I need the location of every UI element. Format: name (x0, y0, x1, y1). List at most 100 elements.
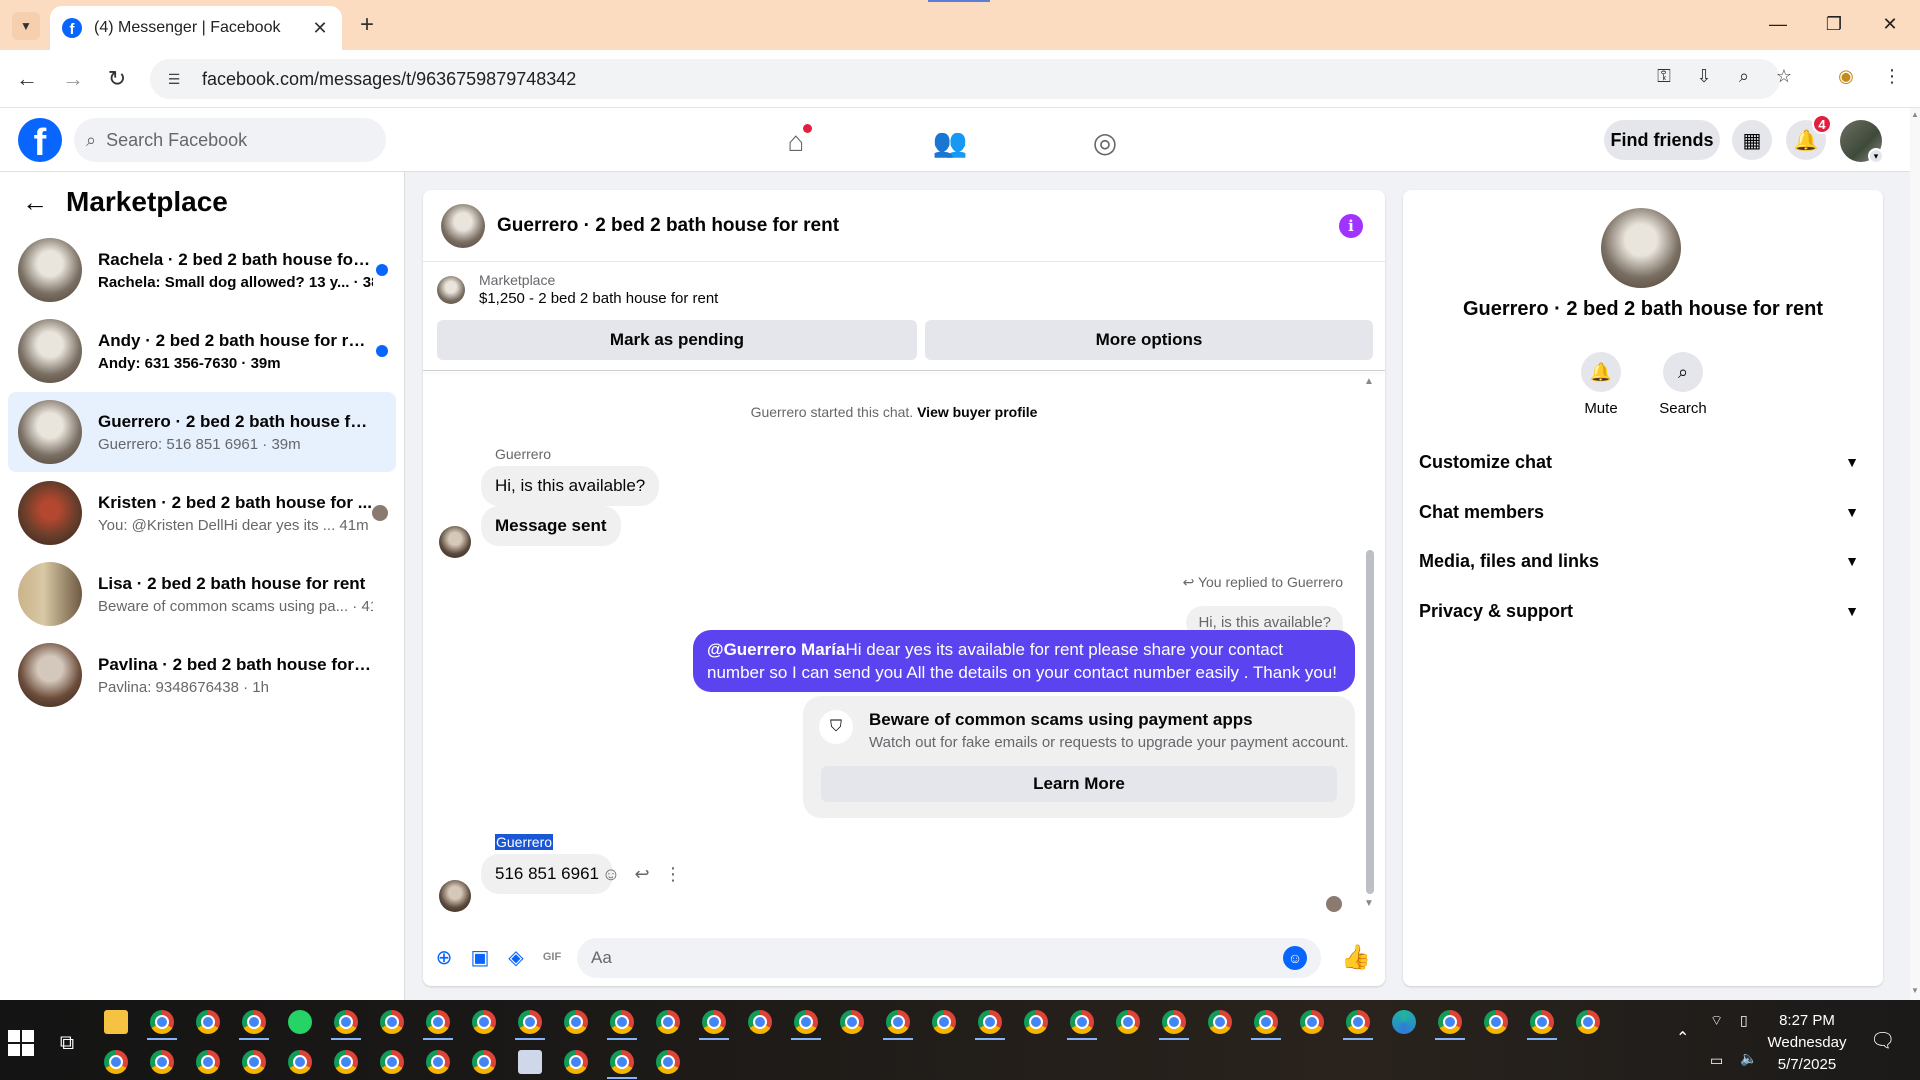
site-info-icon[interactable]: ☰ (164, 69, 184, 89)
close-window-button[interactable]: ✕ (1870, 8, 1910, 40)
chrome-icon[interactable] (564, 1050, 588, 1074)
file-explorer-icon[interactable] (104, 1010, 128, 1034)
profile-icon[interactable]: ◉ (1832, 62, 1860, 90)
facebook-logo[interactable]: f (18, 118, 62, 162)
device-icon[interactable]: ▯ (1740, 1012, 1748, 1029)
browser-tab-messenger[interactable]: f (4) Messenger | Facebook ✕ (50, 6, 342, 50)
more-options-button[interactable]: More options (925, 320, 1373, 360)
mark-as-pending-button[interactable]: Mark as pending (437, 320, 917, 360)
chrome-icon[interactable] (242, 1050, 266, 1074)
chrome-icon[interactable] (380, 1050, 404, 1074)
privacy-support-row[interactable]: Privacy & support ▼ (1419, 591, 1871, 631)
chat-item-kristen[interactable]: Kristen · 2 bed 2 bath house for ... You… (8, 473, 396, 553)
chrome-icon[interactable] (518, 1010, 542, 1034)
friends-icon[interactable]: 👥 (932, 124, 968, 160)
reply-icon[interactable]: ↩ (630, 862, 654, 886)
messages-scrollbar-thumb[interactable] (1366, 550, 1374, 894)
scroll-down-arrow-icon[interactable]: ▼ (1910, 986, 1920, 998)
chat-members-row[interactable]: Chat members ▼ (1419, 492, 1871, 532)
system-clock[interactable]: 8:27 PM Wednesday 5/7/2025 (1752, 1010, 1862, 1076)
thumbs-up-icon[interactable]: 👍 (1341, 944, 1371, 971)
url-text[interactable]: facebook.com/messages/t/9636759879748342 (202, 69, 576, 90)
listing-summary[interactable]: Marketplace $1,250 - 2 bed 2 bath house … (437, 272, 718, 307)
sticker-icon[interactable]: ◈ (503, 944, 529, 970)
sender-avatar[interactable] (439, 880, 471, 912)
listing-avatar-large[interactable] (1601, 208, 1681, 288)
incoming-message[interactable]: Hi, is this available? (481, 466, 660, 506)
chrome-icon[interactable] (1300, 1010, 1324, 1034)
restore-window-button[interactable]: ❐ (1814, 8, 1854, 40)
chat-item-guerrero[interactable]: Guerrero · 2 bed 2 bath house for ... Gu… (8, 392, 396, 472)
browser-menu-icon[interactable]: ⋮ (1878, 62, 1906, 90)
messages-scroll-up-icon[interactable]: ▲ (1364, 376, 1374, 387)
chrome-icon[interactable] (242, 1010, 266, 1034)
install-app-icon[interactable]: ⇩ (1690, 62, 1718, 90)
chrome-icon[interactable] (104, 1050, 128, 1074)
chrome-icon[interactable] (978, 1010, 1002, 1034)
back-arrow-icon[interactable]: ← (12, 64, 42, 94)
battery-icon[interactable]: ▭ (1710, 1052, 1723, 1069)
chrome-icon[interactable] (794, 1010, 818, 1034)
chrome-icon[interactable] (932, 1010, 956, 1034)
tab-search-dropdown-icon[interactable]: ▼ (12, 12, 40, 40)
chrome-icon[interactable] (1116, 1010, 1140, 1034)
chrome-icon[interactable] (656, 1050, 680, 1074)
chrome-icon[interactable] (702, 1010, 726, 1034)
tab-close-icon[interactable]: ✕ (310, 18, 330, 39)
chrome-icon[interactable] (426, 1050, 450, 1074)
chrome-icon[interactable] (1162, 1010, 1186, 1034)
home-icon[interactable]: ⌂ (778, 124, 814, 160)
gif-icon[interactable]: GIF (539, 944, 565, 970)
chrome-icon[interactable] (380, 1010, 404, 1034)
scroll-up-arrow-icon[interactable]: ▲ (1910, 110, 1920, 122)
menu-grid-icon[interactable]: ▦ (1732, 120, 1772, 160)
chrome-icon[interactable] (748, 1010, 772, 1034)
address-bar[interactable]: ☰ facebook.com/messages/t/96367598797483… (150, 59, 1780, 99)
notifications-bell-icon[interactable]: 🔔 4 (1786, 114, 1832, 160)
chrome-icon[interactable] (1024, 1010, 1048, 1034)
plus-circle-icon[interactable]: ⊕ (431, 944, 457, 970)
conversation-avatar[interactable] (441, 203, 485, 248)
outgoing-message[interactable]: @Guerrero MaríaHi dear yes its available… (693, 630, 1355, 692)
photo-icon[interactable]: ▣ (467, 944, 493, 970)
conversation-title[interactable]: Guerrero · 2 bed 2 bath house for rent (497, 215, 839, 237)
chat-item-rachela[interactable]: Rachela · 2 bed 2 bath house for ... Rac… (8, 230, 396, 310)
media-files-links-row[interactable]: Media, files and links ▼ (1419, 541, 1871, 581)
password-key-icon[interactable]: ⚿ (1650, 62, 1678, 90)
chrome-icon[interactable] (1254, 1010, 1278, 1034)
incoming-message[interactable]: Message sent (481, 506, 621, 546)
info-icon[interactable]: i (1339, 214, 1363, 238)
react-emoji-icon[interactable]: ☺ (599, 862, 623, 886)
chrome-icon[interactable] (1346, 1010, 1370, 1034)
chrome-icon[interactable] (564, 1010, 588, 1034)
chrome-icon[interactable] (334, 1010, 358, 1034)
sender-avatar[interactable] (439, 526, 471, 558)
chrome-icon[interactable] (196, 1050, 220, 1074)
learn-more-button[interactable]: Learn More (821, 766, 1337, 802)
task-view-icon[interactable]: ⧉ (54, 1030, 80, 1056)
network-icon[interactable]: ⌔ (1710, 1012, 1723, 1030)
edge-icon[interactable] (1392, 1010, 1416, 1034)
chat-item-lisa[interactable]: Lisa · 2 bed 2 bath house for rent Bewar… (8, 554, 396, 634)
app-icon[interactable] (518, 1050, 542, 1074)
chrome-icon[interactable] (334, 1050, 358, 1074)
chrome-icon[interactable] (610, 1050, 634, 1074)
whatsapp-icon[interactable] (288, 1010, 312, 1034)
forward-arrow-icon[interactable]: → (58, 64, 88, 94)
minimize-window-button[interactable]: — (1758, 8, 1798, 40)
search-conversation-button[interactable]: ⌕ Search (1643, 352, 1723, 417)
chrome-icon[interactable] (1438, 1010, 1462, 1034)
chrome-icon[interactable] (610, 1010, 634, 1034)
chrome-icon[interactable] (472, 1050, 496, 1074)
windows-start-icon[interactable] (8, 1030, 34, 1056)
view-buyer-profile-link[interactable]: View buyer profile (917, 404, 1037, 420)
facebook-search-input[interactable]: ⌕ Search Facebook (74, 118, 386, 162)
notification-center-icon[interactable]: 🗨 (1870, 1028, 1895, 1053)
chrome-icon[interactable] (1530, 1010, 1554, 1034)
chat-item-andy[interactable]: Andy · 2 bed 2 bath house for rent Andy:… (8, 311, 396, 391)
bookmark-star-icon[interactable]: ☆ (1770, 62, 1798, 90)
find-friends-button[interactable]: Find friends (1604, 120, 1720, 160)
messages-scroll-down-icon[interactable]: ▼ (1364, 898, 1374, 909)
chat-item-pavlina[interactable]: Pavlina · 2 bed 2 bath house for rent Pa… (8, 635, 396, 715)
more-actions-icon[interactable]: ⋮ (661, 862, 685, 886)
